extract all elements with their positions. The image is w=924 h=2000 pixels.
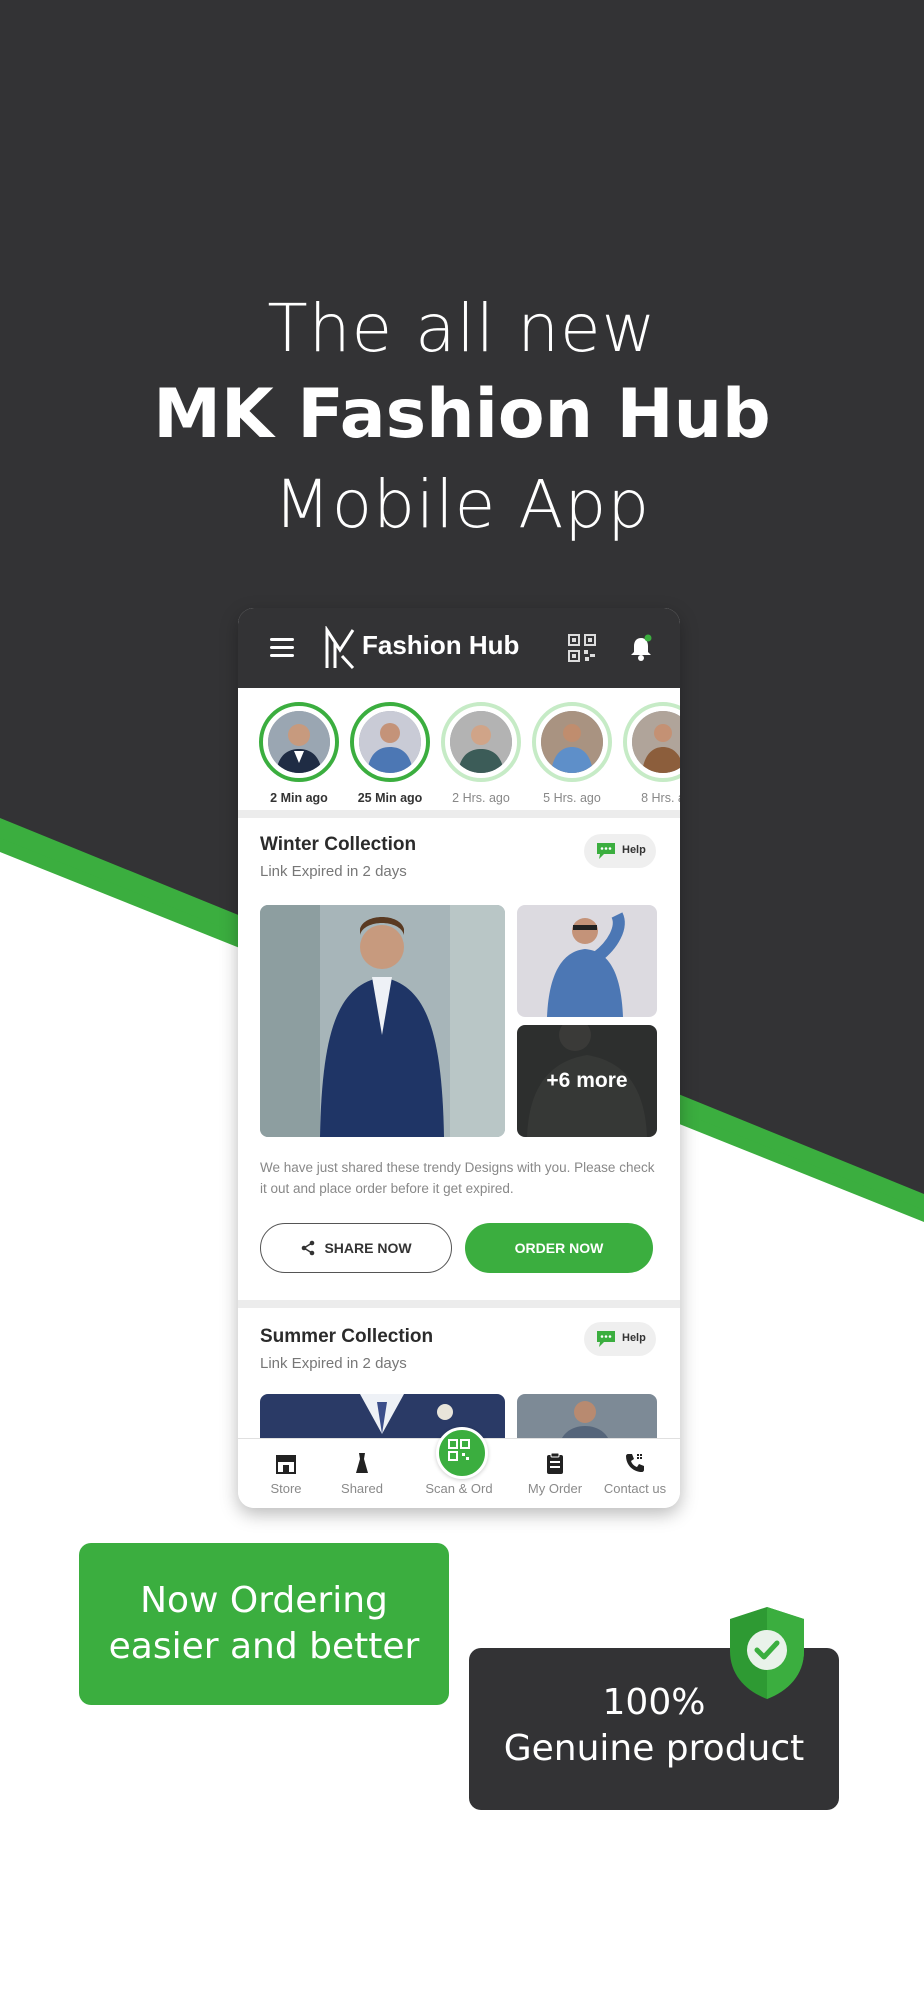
mk-logo [325,626,355,670]
hero-line-3: Mobile App [273,466,651,543]
divider [238,1300,680,1308]
help-button[interactable]: Help [584,1322,656,1356]
story-item[interactable]: 8 Hrs. a [622,702,680,805]
story-time: 8 Hrs. a [641,791,680,805]
order-now-button[interactable]: ORDER NOW [465,1223,653,1273]
divider [238,810,680,818]
story-time: 2 Hrs. ago [452,791,510,805]
story-ring [441,702,521,782]
badge-line: Genuine product [503,1728,805,1769]
story-time: 2 Min ago [270,791,328,805]
clipboard-icon [547,1452,563,1474]
nav-label: Shared [341,1481,383,1496]
card-subtitle: Link Expired in 2 days [260,1355,407,1372]
nav-contact-us[interactable]: Contact us [595,1451,675,1496]
nav-label: Contact us [603,1481,667,1496]
shield-check-icon [730,1607,804,1699]
avatar [268,711,330,773]
story-ring [532,702,612,782]
card-title: Summer Collection [260,1326,434,1347]
share-icon [302,1240,315,1256]
story-item[interactable]: 25 Min ago [349,702,431,805]
card-description: We have just shared these trendy Designs… [260,1160,655,1196]
avatar [632,711,680,773]
story-time: 25 Min ago [357,791,423,805]
nav-label: Scan & Ord [425,1481,493,1496]
help-label: Help [622,1332,646,1344]
phone-mockup: Fashion Hub 2 Min ago 25 Min ago 2 Hrs. … [238,608,680,1508]
story-ring [623,702,680,782]
nav-my-order[interactable]: My Order [515,1451,595,1496]
dress-icon [356,1453,368,1473]
menu-icon[interactable] [270,638,294,658]
card-subtitle: Link Expired in 2 days [260,863,407,880]
bell-icon[interactable] [628,634,654,662]
scan-order-button[interactable] [436,1427,488,1479]
stories-row: 2 Min ago 25 Min ago 2 Hrs. ago 5 Hrs. a… [238,688,680,818]
nav-store[interactable]: Store [246,1451,326,1496]
badge-line: easier and better [108,1626,420,1667]
ordering-badge: Now Ordering easier and better [79,1543,449,1705]
nav-label: My Order [527,1481,583,1496]
nav-shared[interactable]: Shared [322,1451,402,1496]
help-label: Help [622,844,646,856]
bottom-nav: Store Shared Scan & Ord My Order Contact… [238,1427,680,1508]
card-title: Winter Collection [260,834,417,855]
help-button[interactable]: Help [584,834,656,868]
nav-label: Store [270,1481,302,1496]
product-image-main[interactable] [260,905,505,1137]
story-item[interactable]: 5 Hrs. ago [531,702,613,805]
qr-code-icon[interactable] [568,634,596,662]
avatar [541,711,603,773]
qr-scan-icon [448,1439,470,1461]
share-now-button[interactable]: SHARE NOW [260,1223,452,1273]
story-ring [350,702,430,782]
app-header: Fashion Hub [238,608,680,688]
hero-line-1: The all new [267,290,657,367]
product-image-more[interactable]: +6 more [517,1025,657,1137]
app-brand: Fashion Hub [362,630,520,660]
story-ring [259,702,339,782]
product-image-2[interactable] [517,905,657,1017]
phone-icon [626,1454,644,1472]
story-item[interactable]: 2 Min ago [258,702,340,805]
more-count-label: +6 more [546,1069,628,1092]
story-item[interactable]: 2 Hrs. ago [440,702,522,805]
nav-scan-order[interactable]: Scan & Ord [419,1481,499,1496]
order-now-label: ORDER NOW [514,1240,604,1256]
badge-line: Now Ordering [140,1580,388,1621]
chat-icon [597,843,615,859]
avatar [450,711,512,773]
store-icon [276,1455,296,1474]
chat-icon [597,1331,615,1347]
story-time: 5 Hrs. ago [543,791,601,805]
avatar [359,711,421,773]
share-now-label: SHARE NOW [324,1240,412,1256]
hero-app-name: MK Fashion Hub [153,375,771,454]
